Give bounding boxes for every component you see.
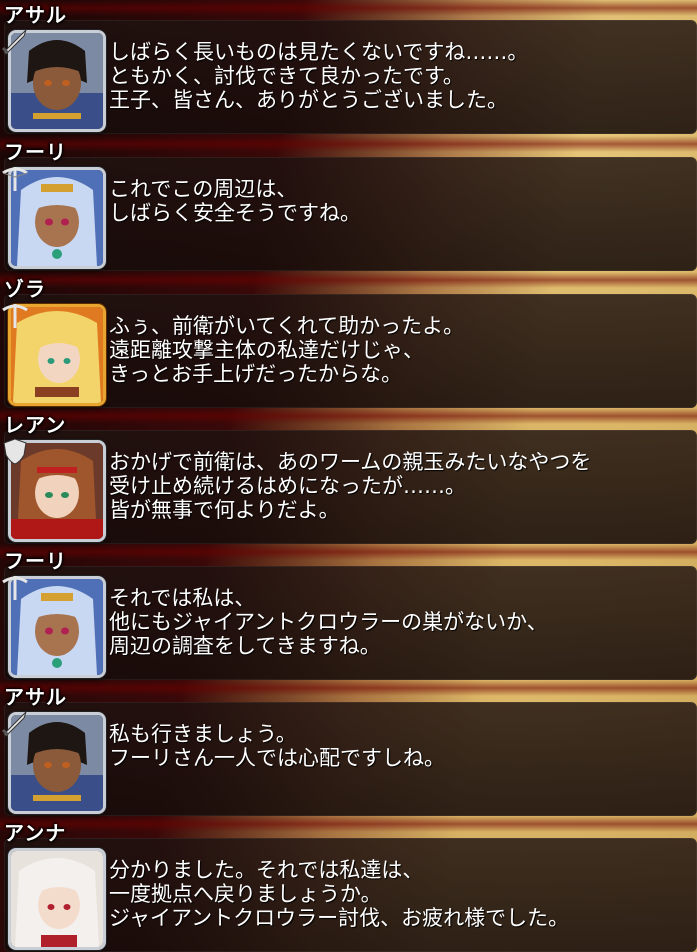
dialogue-line: 受け止め続けるはめになったが……。: [109, 474, 466, 498]
dialogue-line: フーリさん一人では心配ですしね。: [109, 746, 445, 770]
crossbow-icon: [0, 300, 30, 330]
dialogue-line: しばらく安全そうですね。: [109, 201, 361, 225]
speaker-name: アサル: [4, 685, 67, 709]
dialogue-line: きっとお手上げだったからな。: [109, 362, 403, 386]
dialogue-line: 周辺の調査をしてきますね。: [109, 634, 381, 658]
dialogue-line: 分かりました。それでは私達は、: [109, 858, 424, 882]
speaker-name: フーリ: [4, 549, 67, 573]
sword-icon: [0, 708, 30, 738]
dialogue-line: ふぅ、前衛がいてくれて助かったよ。: [109, 314, 465, 338]
dialogue-line: 一度拠点へ戻りましょうか。: [109, 882, 382, 906]
dialogue-line: しばらく長いものは見たくないですね……。: [109, 40, 529, 64]
dialogue-line: 王子、皆さん、ありがとうございました。: [109, 88, 508, 112]
speaker-name: アンナ: [4, 821, 67, 845]
dialogue-line: それでは私は、: [109, 586, 256, 610]
anna-portrait: [8, 848, 106, 950]
dialogue-line: 私も行きましょう。: [109, 722, 297, 746]
speaker-name: レアン: [4, 413, 67, 437]
dialogue-line: ともかく、討伐できて良かったです。: [109, 64, 464, 88]
sword-icon: [0, 26, 30, 56]
dialogue-line: 遠距離攻撃主体の私達だけじゃ、: [109, 338, 424, 362]
dialogue-line: 他にもジャイアントクロウラーの巣がないか、: [109, 610, 548, 634]
dialogue-line: ジャイアントクロウラー討伐、お疲れ様でした。: [109, 906, 570, 930]
speaker-name: フーリ: [4, 140, 67, 164]
shield-icon: [0, 436, 30, 466]
crossbow-icon: [0, 163, 30, 193]
dialogue-line: これでこの周辺は、: [109, 177, 298, 201]
dialogue-line: おかげで前衛は、あのワームの親玉みたいなやつを: [109, 450, 592, 474]
crossbow-icon: [0, 572, 30, 602]
dialogue-line: 皆が無事で何よりだよ。: [109, 498, 340, 522]
speaker-name: アサル: [4, 3, 67, 27]
speaker-name: ゾラ: [4, 277, 46, 301]
